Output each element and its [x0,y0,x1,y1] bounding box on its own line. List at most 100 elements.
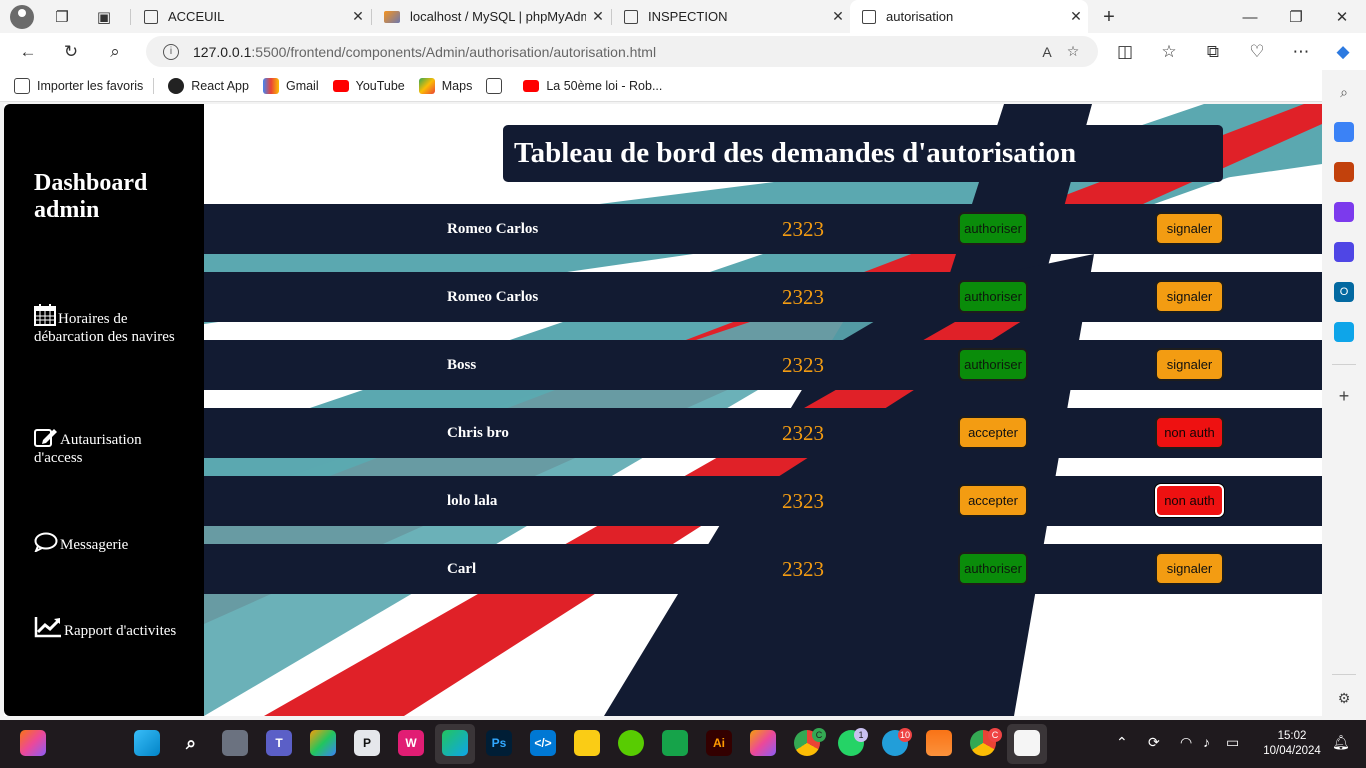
restore-icon[interactable]: ❐ [1284,5,1308,29]
edge-icon[interactable] [442,730,468,756]
close-icon[interactable]: ✕ [346,8,370,25]
vlc-icon[interactable] [926,730,952,756]
wamp-icon[interactable]: W [398,730,424,756]
authorize-button[interactable]: authoriser [958,552,1028,585]
postgres-icon[interactable]: P [354,730,380,756]
sidebar-title: Dashboard admin [34,170,148,223]
window-close-icon[interactable]: ✕ [1330,5,1354,29]
page-viewport: Dashboard admin Horaires de débarcation … [4,104,1322,716]
edit-icon [34,429,57,447]
sidebar-item-messagerie[interactable]: Messagerie [34,532,184,554]
send-icon[interactable] [1334,322,1354,342]
more-options-icon[interactable]: ⋯ [1288,39,1314,65]
request-row: Boss 2323 authoriser signaler [204,340,1322,390]
accept-button[interactable]: accepter [958,416,1028,449]
authorize-button[interactable]: authoriser [958,348,1028,381]
requester-name: lolo lala [447,492,498,509]
accept-button[interactable]: accepter [958,484,1028,517]
close-icon[interactable]: ✕ [1064,8,1088,25]
read-aloud-icon[interactable]: A [1034,44,1060,60]
search-icon[interactable]: ⌕ [1334,82,1354,102]
tab-autorisation[interactable]: autorisation ✕ [850,0,1088,33]
site-info-icon[interactable]: i [163,43,179,60]
task-view-icon[interactable] [222,730,248,756]
report-button[interactable]: signaler [1155,280,1224,313]
tab-label: autorisation [886,9,954,24]
add-icon[interactable]: + [1334,386,1354,406]
shopping-tag-icon[interactable] [1334,122,1354,142]
vscode-icon[interactable]: </> [530,730,556,756]
report-button[interactable]: signaler [1155,348,1224,381]
workspaces-icon[interactable]: ❐ [50,5,74,29]
search-icon[interactable]: ⌕ [178,730,204,756]
battery-icon[interactable]: ▭ [1226,734,1239,751]
wifi-icon[interactable]: ◠ [1180,734,1192,751]
authorize-button[interactable]: authoriser [958,212,1028,245]
favorites-icon[interactable]: ☆ [1156,39,1182,65]
chevron-up-icon[interactable]: ⌃ [1116,734,1128,751]
split-screen-icon[interactable]: ◫ [1112,39,1138,65]
maps-icon [418,77,435,94]
url-text[interactable]: 127.0.0.1:5500/frontend/components/Admin… [193,44,1034,60]
tab-phpmyadmin[interactable]: localhost / MySQL | phpMyAdmin ✕ [372,0,610,33]
outlook-icon[interactable]: O [1334,282,1354,302]
notification-bell-icon[interactable]: 🔔︎ [1332,734,1350,751]
notes-icon[interactable] [662,730,688,756]
games-icon[interactable] [1334,202,1354,222]
close-icon[interactable]: ✕ [586,8,610,25]
close-icon[interactable]: ✕ [826,8,850,25]
profile-avatar-icon[interactable] [10,5,34,29]
copilot-app-icon[interactable] [1334,242,1354,262]
favorite-react-app[interactable]: React App [168,77,249,94]
favorite-maps[interactable]: Maps [418,77,472,94]
snipping-tool-icon[interactable] [1014,730,1040,756]
report-button[interactable]: signaler [1155,212,1224,245]
tab-acceuil[interactable]: ACCEUIL ✕ [132,0,370,33]
favorite-gmail[interactable]: Gmail [262,77,319,94]
teams-icon[interactable]: T [266,730,292,756]
search-icon[interactable]: ⌕ [102,39,128,65]
deny-button[interactable]: non auth [1155,416,1224,449]
illustrator-icon[interactable]: Ai [706,730,732,756]
duolingo-icon[interactable] [618,730,644,756]
volume-icon[interactable]: ♪ [1203,734,1210,750]
sidebar-item-rapport[interactable]: Rapport d'activites [34,616,184,640]
favorite-import[interactable]: Importer les favoris [14,77,144,94]
favorite-youtube[interactable]: YouTube [332,79,405,93]
widgets-icon[interactable] [20,730,46,756]
tab-inspection[interactable]: INSPECTION ✕ [612,0,850,33]
favorite-label: Importer les favoris [37,78,144,93]
favorite-star-icon[interactable]: ☆ [1060,43,1086,60]
tab-label: localhost / MySQL | phpMyAdmin [410,9,586,24]
favorite-50e-loi[interactable]: La 50ème loi - Rob... [523,79,662,93]
authorize-button[interactable]: authoriser [958,280,1028,313]
report-button[interactable]: signaler [1155,552,1224,585]
system-clock[interactable]: 15:02 10/04/2024 [1260,729,1324,759]
sidebar-item-horaires[interactable]: Horaires de débarcation des navires [34,304,184,346]
requester-name: Carl [447,560,477,577]
requester-name: Romeo Carlos [447,288,539,305]
address-bar[interactable]: i 127.0.0.1:5500/frontend/components/Adm… [146,36,1098,67]
copilot-icon[interactable]: ◆ [1330,39,1356,65]
request-number: 2323 [782,284,824,309]
settings-gear-icon[interactable]: ⚙ [1334,688,1354,708]
instagram-icon[interactable] [750,730,776,756]
file-explorer-icon[interactable] [574,730,600,756]
collections-icon[interactable]: ⧉ [1200,39,1226,65]
performance-icon[interactable]: ♡ [1244,39,1270,65]
sync-icon[interactable]: ⟳ [1148,734,1160,751]
refresh-icon[interactable]: ↻ [58,39,84,65]
tab-actions-icon[interactable]: ▣ [92,5,116,29]
deny-button[interactable]: non auth [1155,484,1224,517]
back-arrow-icon[interactable]: ← [15,39,41,65]
windows-start-icon[interactable] [134,730,160,756]
favorite-blank[interactable] [486,77,509,94]
tab-label: ACCEUIL [168,9,225,24]
tools-icon[interactable] [1334,162,1354,182]
store-icon[interactable] [310,730,336,756]
sidebar-item-autorisation[interactable]: Autaurisation d'access [34,427,184,467]
minimize-icon[interactable]: — [1238,5,1262,29]
new-tab-icon[interactable]: + [1097,5,1121,29]
page-icon [624,9,638,24]
photoshop-icon[interactable]: Ps [486,730,512,756]
